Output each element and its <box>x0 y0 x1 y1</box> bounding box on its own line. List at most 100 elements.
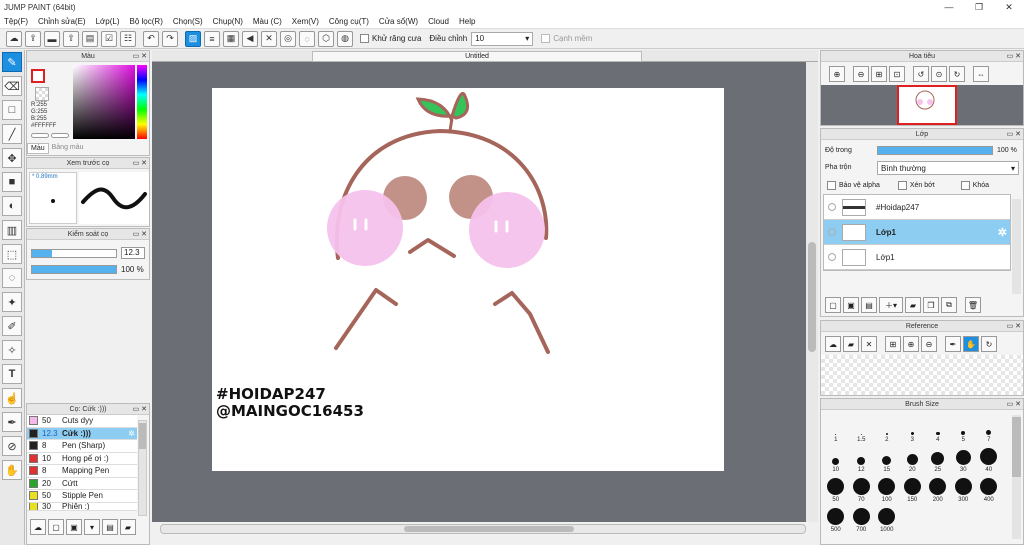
zoom-out-icon[interactable]: ⊖ <box>921 336 937 352</box>
brush-size-slider[interactable] <box>31 249 117 258</box>
brush-size-preset[interactable]: 30 <box>951 443 977 473</box>
protect-alpha-checkbox[interactable] <box>827 181 836 190</box>
brush-size-preset[interactable]: 1 <box>823 413 849 443</box>
brush-size-preset[interactable]: 4 <box>925 413 951 443</box>
brush-size-preset[interactable]: 300 <box>951 473 977 503</box>
hand-icon[interactable]: ✋ <box>963 336 979 352</box>
panel-close-icon[interactable]: ▭ ✕ <box>133 229 147 240</box>
brush-menu-icon[interactable]: ▾ <box>84 519 100 535</box>
brush-size-preset[interactable]: 25 <box>925 443 951 473</box>
clip-checkbox[interactable] <box>897 181 907 190</box>
layer-row[interactable]: #Hoidap247 <box>824 195 1010 220</box>
add-layer-menu-icon[interactable]: ＋▾ <box>879 297 903 313</box>
snap-settings-icon[interactable]: ◍ <box>337 30 353 47</box>
select-tool-icon[interactable]: ⬚ <box>2 244 22 264</box>
list-icon[interactable]: ☷ <box>120 30 136 47</box>
menu-edit[interactable]: Chỉnh sửa(E) <box>38 17 86 26</box>
brush-size-value[interactable]: 12.3 <box>121 247 145 259</box>
snap-cross-icon[interactable]: ✕ <box>261 30 277 47</box>
background-color-swatch[interactable] <box>35 87 49 101</box>
upload-icon[interactable]: ⇧ <box>63 30 79 47</box>
gear-icon[interactable]: ✲ <box>128 429 135 438</box>
undo-icon[interactable]: ↶ <box>143 30 159 47</box>
open-folder-icon[interactable]: ▰ <box>843 336 859 352</box>
snap-concentric-icon[interactable]: ◎ <box>280 30 296 47</box>
horizontal-scrollbar[interactable] <box>160 524 806 534</box>
brush-item[interactable]: 8 Pen (Sharp) <box>27 440 137 453</box>
gradient-tool-icon[interactable]: ▥ <box>2 220 22 240</box>
zoom-in-icon[interactable]: ⊕ <box>903 336 919 352</box>
rotate-right-icon[interactable]: ↻ <box>949 66 965 82</box>
folder-icon[interactable]: ▰ <box>120 519 136 535</box>
snap-off-icon[interactable]: ▨ <box>185 30 201 47</box>
brush-size-preset[interactable]: 150 <box>900 473 926 503</box>
brush-settings-icon[interactable]: ▤ <box>102 519 118 535</box>
select-eraser-icon[interactable]: ✧ <box>2 340 22 360</box>
brush-size-preset[interactable]: 1.5 <box>849 413 875 443</box>
text-tool-icon[interactable]: T <box>2 364 22 384</box>
snap-curve-icon[interactable]: ◌ <box>299 30 315 47</box>
brush-item[interactable]: 10 Hong pế ơi :) <box>27 452 137 465</box>
brush-item-selected[interactable]: 12.3 Cứk :))) ✲ <box>27 427 137 440</box>
brush-list-scrollbar[interactable] <box>138 420 147 516</box>
pen-tool-icon[interactable]: ✎ <box>2 52 22 72</box>
menu-cloud[interactable]: Cloud <box>428 17 449 26</box>
move-tool-icon[interactable]: ✥ <box>2 148 22 168</box>
reference-view[interactable] <box>821 355 1023 395</box>
brush-tool-icon[interactable]: ╱ <box>2 124 22 144</box>
brush-size-preset[interactable]: 40 <box>976 443 1002 473</box>
brush-size-preset[interactable]: 10 <box>823 443 849 473</box>
brush-size-preset[interactable]: 7 <box>976 413 1002 443</box>
brush-size-preset[interactable]: 100 <box>874 473 900 503</box>
brush-item[interactable]: 8 Mapping Pen <box>27 465 137 478</box>
pipette-tool-icon[interactable]: ⊘ <box>2 436 22 456</box>
brush-size-preset[interactable]: 1000 <box>874 503 900 533</box>
color-slider-left[interactable] <box>31 133 49 138</box>
rect-tool-icon[interactable]: □ <box>2 100 22 120</box>
duplicate-layer-icon[interactable]: ❐ <box>923 297 939 313</box>
color-slider-right[interactable] <box>51 133 69 138</box>
brush-item[interactable]: 20 Cứtt <box>27 477 137 490</box>
checklist-icon[interactable]: ☑ <box>101 30 117 47</box>
foreground-color-swatch[interactable] <box>31 69 45 83</box>
menu-help[interactable]: Help <box>459 17 475 26</box>
layer-row[interactable]: Lớp1 <box>824 245 1010 270</box>
eye-icon[interactable] <box>828 253 836 261</box>
snap-grid-icon[interactable]: ▦ <box>223 30 239 47</box>
brush-size-preset[interactable]: 3 <box>900 413 926 443</box>
fill-rect-tool-icon[interactable]: ■ <box>2 172 22 192</box>
flip-icon[interactable]: ⇔ <box>973 66 989 82</box>
redo-icon[interactable]: ↷ <box>162 30 178 47</box>
adjust-dropdown[interactable]: 10 ▾ <box>471 31 534 46</box>
menu-tools[interactable]: Công cụ(T) <box>329 17 369 26</box>
blend-mode-dropdown[interactable]: Bình thường ▾ <box>877 161 1019 175</box>
drawing-canvas[interactable]: #HOIDAP247 @MAINGOC16453 <box>212 88 724 471</box>
panel-close-icon[interactable]: ▭ ✕ <box>133 158 147 169</box>
document-icon[interactable]: ▤ <box>82 30 98 47</box>
tab-palette[interactable]: Bảng màu <box>49 143 87 154</box>
close-reference-icon[interactable]: ✕ <box>861 336 877 352</box>
menu-snap[interactable]: Chụp(N) <box>213 17 243 26</box>
layers-scrollbar[interactable] <box>1012 199 1021 294</box>
comment-icon[interactable]: ▬ <box>44 30 60 47</box>
layer-row-selected[interactable]: Lớp1 ✲ <box>824 220 1010 245</box>
brush-size-preset[interactable]: 70 <box>849 473 875 503</box>
brush-size-preset[interactable]: 15 <box>874 443 900 473</box>
brush-opacity-slider[interactable] <box>31 265 117 274</box>
new-layer-8bit-icon[interactable]: ▣ <box>843 297 859 313</box>
navigator-preview[interactable] <box>821 85 1023 125</box>
brush-size-preset[interactable]: 5 <box>951 413 977 443</box>
new-layer-icon[interactable]: ▢ <box>825 297 841 313</box>
brush-size-preset[interactable]: 12 <box>849 443 875 473</box>
brush-size-preset[interactable]: 400 <box>976 473 1002 503</box>
menu-window[interactable]: Cửa sổ(W) <box>379 17 418 26</box>
copy-brush-icon[interactable]: ▣ <box>66 519 82 535</box>
eye-icon[interactable] <box>828 228 836 236</box>
snap-parallel-icon[interactable]: ≡ <box>204 30 220 47</box>
eye-icon[interactable] <box>828 203 836 211</box>
rotate-icon[interactable]: ↻ <box>981 336 997 352</box>
panel-close-icon[interactable]: ▭ ✕ <box>1007 129 1021 140</box>
eraser-tool-icon[interactable]: ⌫ <box>2 76 22 96</box>
gear-icon[interactable]: ✲ <box>998 226 1007 239</box>
dropper-tool-icon[interactable]: ✒ <box>2 412 22 432</box>
